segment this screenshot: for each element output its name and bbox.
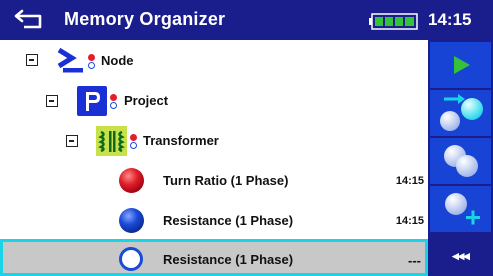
- side-toolbar: ◂◂◂: [428, 40, 493, 276]
- project-icon: [77, 86, 107, 116]
- empty-status-icon: [119, 247, 143, 271]
- back-button[interactable]: [10, 5, 50, 35]
- status-dots-icon: [110, 94, 118, 110]
- copy-measurement-button[interactable]: [430, 138, 491, 184]
- tree-item-project[interactable]: Project: [0, 80, 428, 120]
- copy-icon: [443, 145, 478, 177]
- pass-status-icon: [119, 208, 144, 233]
- tree-item-measurement[interactable]: Resistance (1 Phase) 14:15: [0, 200, 428, 240]
- clone-measurement-button[interactable]: [430, 90, 491, 136]
- start-test-button[interactable]: [430, 42, 491, 88]
- measurement-label: Turn Ratio (1 Phase): [163, 173, 289, 188]
- play-icon: [453, 56, 470, 74]
- memory-tree: Node Project Transformer Turn Ratio (1 P…: [0, 40, 428, 276]
- back-arrow-icon: [14, 9, 42, 29]
- measurement-label: Resistance (1 Phase): [163, 213, 294, 228]
- tree-item-measurement-selected[interactable]: Resistance (1 Phase) ---: [0, 239, 428, 276]
- measurement-time: 14:15: [395, 175, 424, 187]
- project-label: Project: [124, 93, 169, 108]
- add-measurement-button[interactable]: [430, 186, 491, 232]
- header-bar: Memory Organizer 14:15: [0, 0, 493, 40]
- measurement-label: Resistance (1 Phase): [163, 252, 294, 267]
- tree-item-transformer[interactable]: Transformer: [0, 120, 428, 160]
- collapse-icon[interactable]: [46, 95, 58, 107]
- tree-item-node[interactable]: Node: [0, 40, 428, 80]
- battery-icon: [369, 13, 418, 30]
- node-icon: [57, 47, 83, 73]
- page-title: Memory Organizer: [64, 9, 226, 29]
- collapse-icon[interactable]: [66, 135, 78, 147]
- add-icon: [444, 193, 480, 225]
- status-dots-icon: [88, 54, 96, 70]
- clock: 14:15: [428, 10, 472, 29]
- node-label: Node: [101, 53, 134, 68]
- fail-status-icon: [119, 168, 144, 193]
- transformer-label: Transformer: [143, 133, 219, 148]
- transformer-icon: [96, 126, 127, 156]
- measurement-time: ---: [408, 253, 421, 268]
- more-options-button[interactable]: ◂◂◂: [430, 236, 491, 276]
- status-dots-icon: [130, 134, 138, 150]
- tree-item-measurement[interactable]: Turn Ratio (1 Phase) 14:15: [0, 160, 428, 200]
- clone-icon: [439, 94, 483, 131]
- collapse-icon[interactable]: [26, 54, 38, 66]
- measurement-time: 14:15: [395, 215, 424, 227]
